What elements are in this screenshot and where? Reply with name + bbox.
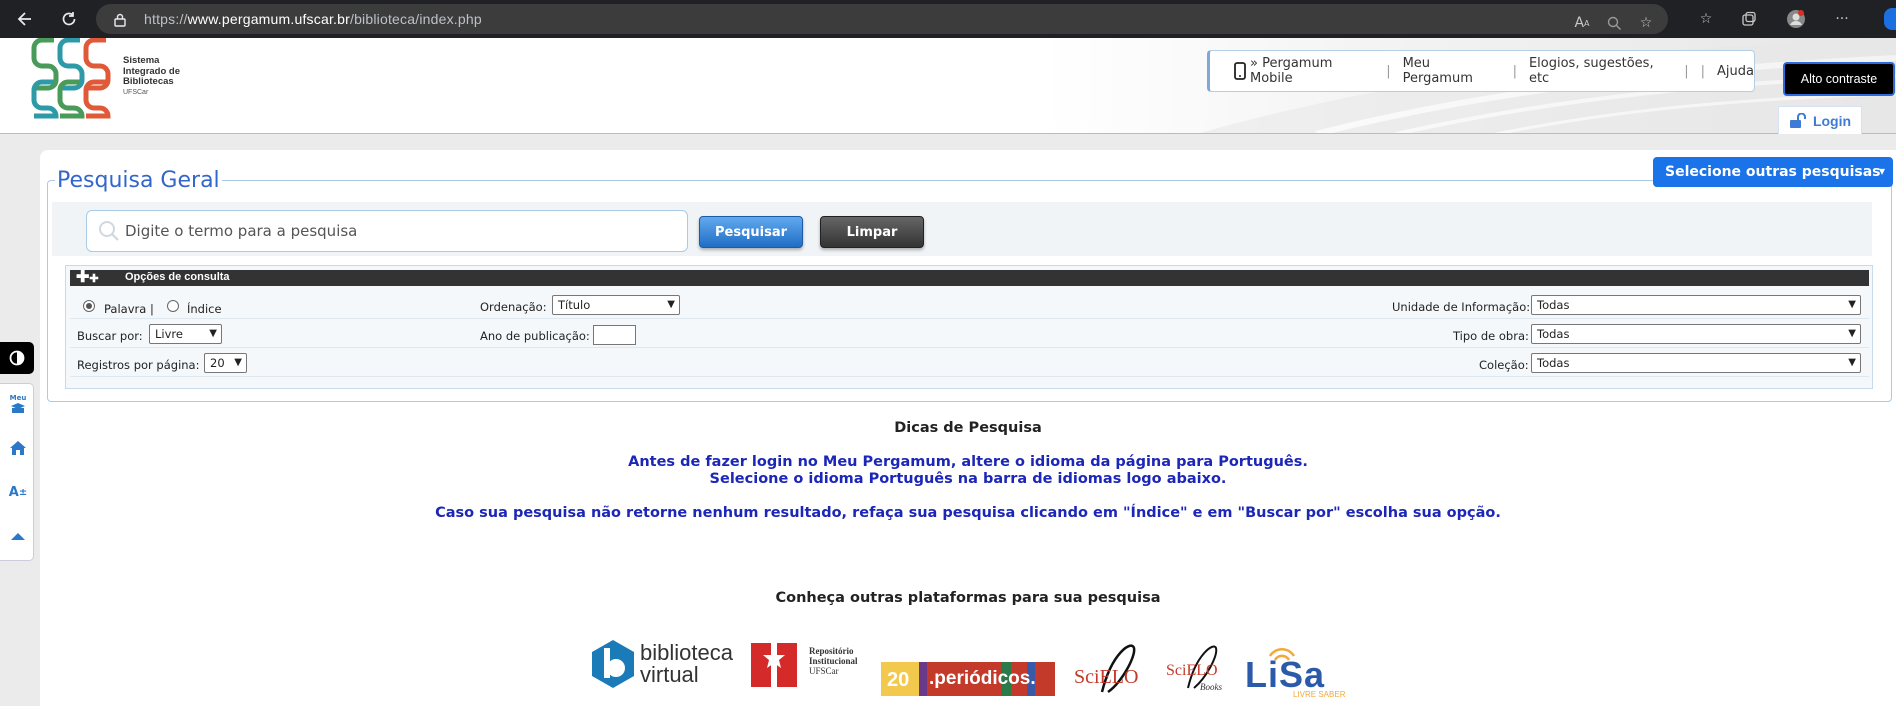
- buscar-select[interactable]: Livre ▼: [149, 324, 222, 344]
- tip-line-1: Antes de fazer login no Meu Pergamum, al…: [628, 454, 1308, 470]
- chevron-down-icon: ▼: [667, 299, 675, 310]
- other-searches-label: Selecione outras pesquisas: [1665, 164, 1881, 180]
- colecao-select[interactable]: Todas ▼: [1531, 353, 1861, 373]
- row-divider: [70, 318, 1869, 319]
- collections-icon[interactable]: [1739, 9, 1759, 29]
- other-searches-dropdown[interactable]: Selecione outras pesquisas ▾: [1653, 157, 1893, 187]
- sib-ufscar-logo: [31, 38, 111, 119]
- row-divider: [70, 376, 1869, 377]
- svg-text:20: 20: [887, 669, 909, 691]
- scielo-logo[interactable]: SciELO: [1072, 632, 1152, 698]
- platforms-title: Conheça outras plataformas para sua pesq…: [775, 590, 1161, 606]
- login-label: Login: [1812, 112, 1852, 129]
- tip-line-2: Selecione o idioma Português na barra de…: [709, 471, 1227, 487]
- elogios-link[interactable]: Elogios, sugestões, etc: [1529, 56, 1672, 86]
- options-title: Opções de consulta: [125, 271, 230, 283]
- separator: |: [1386, 63, 1391, 79]
- ajuda-link[interactable]: Ajuda: [1717, 64, 1754, 79]
- ordenacao-label: Ordenação:: [480, 300, 547, 314]
- unidade-select[interactable]: Todas ▼: [1531, 295, 1861, 315]
- tipo-select[interactable]: Todas ▼: [1531, 324, 1861, 344]
- unidade-label: Unidade de Informação:: [1392, 300, 1531, 314]
- clear-button[interactable]: Limpar: [820, 216, 924, 248]
- add-favorite-icon[interactable]: ☆: [1636, 13, 1656, 33]
- colecao-value: Todas: [1537, 356, 1570, 370]
- site-header: Sistema Integrado de Bibliotecas UFSCar …: [0, 38, 1896, 134]
- buscar-value: Livre: [155, 327, 183, 341]
- profile-avatar-icon[interactable]: [1786, 9, 1806, 29]
- registros-label: Registros por página:: [77, 358, 200, 372]
- tipo-value: Todas: [1537, 327, 1570, 341]
- search-placeholder: Digite o termo para a pesquisa: [125, 222, 358, 240]
- ano-label: Ano de publicação:: [480, 329, 590, 343]
- high-contrast-button[interactable]: Alto contraste: [1783, 62, 1895, 96]
- read-aloud-icon[interactable]: AA: [1572, 13, 1592, 33]
- separator: |: [1700, 63, 1706, 79]
- copilot-icon[interactable]: [1884, 8, 1896, 30]
- registros-select[interactable]: 20 ▼: [204, 353, 247, 373]
- meu-pergamum-link[interactable]: Meu Pergamum: [1403, 56, 1501, 86]
- scielo-books-logo[interactable]: SciELO Books: [1164, 632, 1236, 698]
- periodicos-logo[interactable]: 20 .periódicos.: [881, 632, 1055, 698]
- unlock-icon: [1789, 112, 1807, 129]
- chevron-down-icon: ▼: [1848, 328, 1856, 339]
- favorites-icon[interactable]: ☆: [1696, 9, 1716, 29]
- logo-text: Sistema Integrado de Bibliotecas UFSCar: [123, 55, 181, 96]
- url-text: https://www.pergamum.ufscar.br/bibliotec…: [144, 11, 482, 27]
- more-menu-icon[interactable]: ···: [1832, 9, 1852, 29]
- colecao-label: Coleção:: [1479, 358, 1529, 372]
- lock-icon: [114, 12, 126, 27]
- chevron-down-icon: ▼: [209, 328, 217, 339]
- separator: |: [1684, 63, 1689, 79]
- row-divider: [70, 347, 1869, 348]
- expand-plus-icon: ✚✚: [76, 269, 99, 286]
- lisa-logo[interactable]: LiSa LIVRE SABER: [1245, 632, 1351, 699]
- tipo-label: Tipo de obra:: [1453, 329, 1529, 343]
- search-input[interactable]: Digite o termo para a pesquisa: [86, 210, 688, 252]
- repositorio-icon: [751, 643, 797, 687]
- registros-value: 20: [210, 356, 225, 370]
- ordenacao-value: Título: [558, 298, 591, 312]
- tips-title: Dicas de Pesquisa: [894, 420, 1042, 436]
- side-contrast-button[interactable]: [0, 342, 34, 374]
- chevron-down-icon: ▼: [234, 357, 242, 368]
- zoom-icon[interactable]: [1604, 13, 1624, 33]
- chevron-down-icon: ▼: [1848, 299, 1856, 310]
- unidade-value: Todas: [1537, 298, 1570, 312]
- palavra-radio[interactable]: [83, 300, 95, 312]
- pergamum-mobile-link[interactable]: » Pergamum Mobile: [1250, 56, 1374, 86]
- tip-line-3: Caso sua pesquisa não retorne nenhum res…: [435, 505, 1501, 521]
- palavra-label: Palavra |: [104, 302, 154, 316]
- biblioteca-virtual-icon: [592, 640, 634, 688]
- search-icon: [99, 221, 119, 241]
- indice-label: Índice: [187, 302, 222, 316]
- mobile-phone-icon: [1234, 62, 1246, 80]
- indice-radio[interactable]: [167, 300, 179, 312]
- repositorio-institucional-logo[interactable]: Repositório Institucional UFSCar: [747, 632, 872, 698]
- options-header[interactable]: ✚✚ Opções de consulta: [70, 269, 1869, 286]
- top-links-bar: » Pergamum Mobile | Meu Pergamum | Elogi…: [1207, 50, 1755, 92]
- biblioteca-virtual-logo[interactable]: biblioteca virtual: [590, 632, 735, 698]
- search-legend: Pesquisa Geral: [55, 168, 222, 193]
- reload-icon[interactable]: [58, 8, 80, 30]
- separator: |: [1512, 63, 1517, 79]
- buscar-label: Buscar por:: [77, 329, 143, 343]
- chevron-down-icon: ▾: [1878, 164, 1885, 178]
- address-bar[interactable]: https://www.pergamum.ufscar.br/bibliotec…: [96, 4, 1668, 34]
- meu-pergamum-side-icon[interactable]: Meu: [8, 394, 28, 414]
- scroll-top-icon[interactable]: [8, 526, 28, 546]
- chevron-down-icon: ▼: [1848, 357, 1856, 368]
- login-button[interactable]: Login: [1778, 106, 1862, 134]
- contrast-icon: [9, 350, 25, 366]
- back-icon[interactable]: [14, 8, 36, 30]
- ano-input[interactable]: [593, 325, 636, 345]
- browser-toolbar: https://www.pergamum.ufscar.br/bibliotec…: [0, 0, 1896, 38]
- ordenacao-select[interactable]: Título ▼: [552, 295, 680, 315]
- search-button[interactable]: Pesquisar: [699, 216, 803, 248]
